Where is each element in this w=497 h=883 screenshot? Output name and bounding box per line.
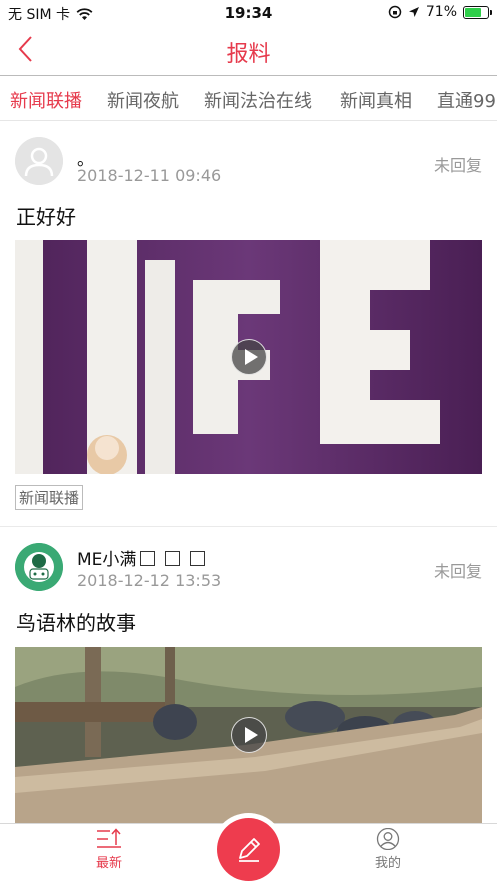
default-user-icon [15,137,63,185]
missing-glyph-box [165,551,181,566]
tab-fazhi-zaixian[interactable]: 新闻法治在线 [204,87,312,113]
post-card[interactable]: ME小满 2018-12-12 13:53 未回复 鸟语林的故事 [0,527,497,823]
video-thumbnail[interactable] [15,240,482,474]
avatar[interactable] [15,543,63,591]
play-button-icon[interactable] [230,339,267,375]
bottom-tab-latest-label: 最新 [95,856,122,871]
category-tag: 新闻联播 [15,485,84,510]
latest-feed-icon [97,828,121,848]
post-text: 鸟语林的故事 [16,611,136,635]
bottom-tab-mine[interactable]: 我的 [348,828,428,871]
pencil-icon [239,838,260,862]
reply-status-badge: 未回复 [433,156,482,175]
username: ME小满 [77,545,206,570]
compose-report-button[interactable] [217,818,280,881]
category-tabs: 新闻联播 新闻夜航 新闻法治在线 新闻真相 直通990 [0,77,497,121]
avatar[interactable] [15,137,63,185]
user-avatar-image [15,543,63,591]
profile-icon [376,828,400,850]
username-text: ME小满 [77,550,137,570]
tab-xinwen-lianbo[interactable]: 新闻联播 [10,87,82,113]
location-arrow-icon [408,7,419,17]
bottom-tab-mine-label: 我的 [374,856,401,871]
play-button-icon[interactable] [230,717,267,753]
battery-icon [463,5,492,19]
bottom-tab-latest[interactable]: 最新 [69,828,149,871]
missing-glyph-box [190,551,206,566]
post-datetime: 2018-12-12 13:53 [77,571,222,590]
tab-zhitong[interactable]: 直通990 [437,87,497,113]
tab-xinwen-zhenxiang[interactable]: 新闻真相 [340,87,412,113]
video-thumbnail[interactable] [15,647,482,823]
reply-status-badge: 未回复 [433,562,482,581]
orientation-lock-icon [388,5,402,19]
post-text: 正好好 [16,205,76,229]
navigation-bar: 报料 [0,26,497,76]
status-bar: 无 SIM 卡 19:34 71% [0,0,497,26]
battery-percent: 71% [425,4,457,20]
post-datetime: 2018-12-11 09:46 [77,166,222,185]
missing-glyph-box [140,551,156,566]
tab-xinwen-yehang[interactable]: 新闻夜航 [107,87,179,113]
post-card[interactable]: 。 2018-12-11 09:46 未回复 正好好 新闻联播 [0,121,497,527]
page-title: 报料 [226,42,271,67]
